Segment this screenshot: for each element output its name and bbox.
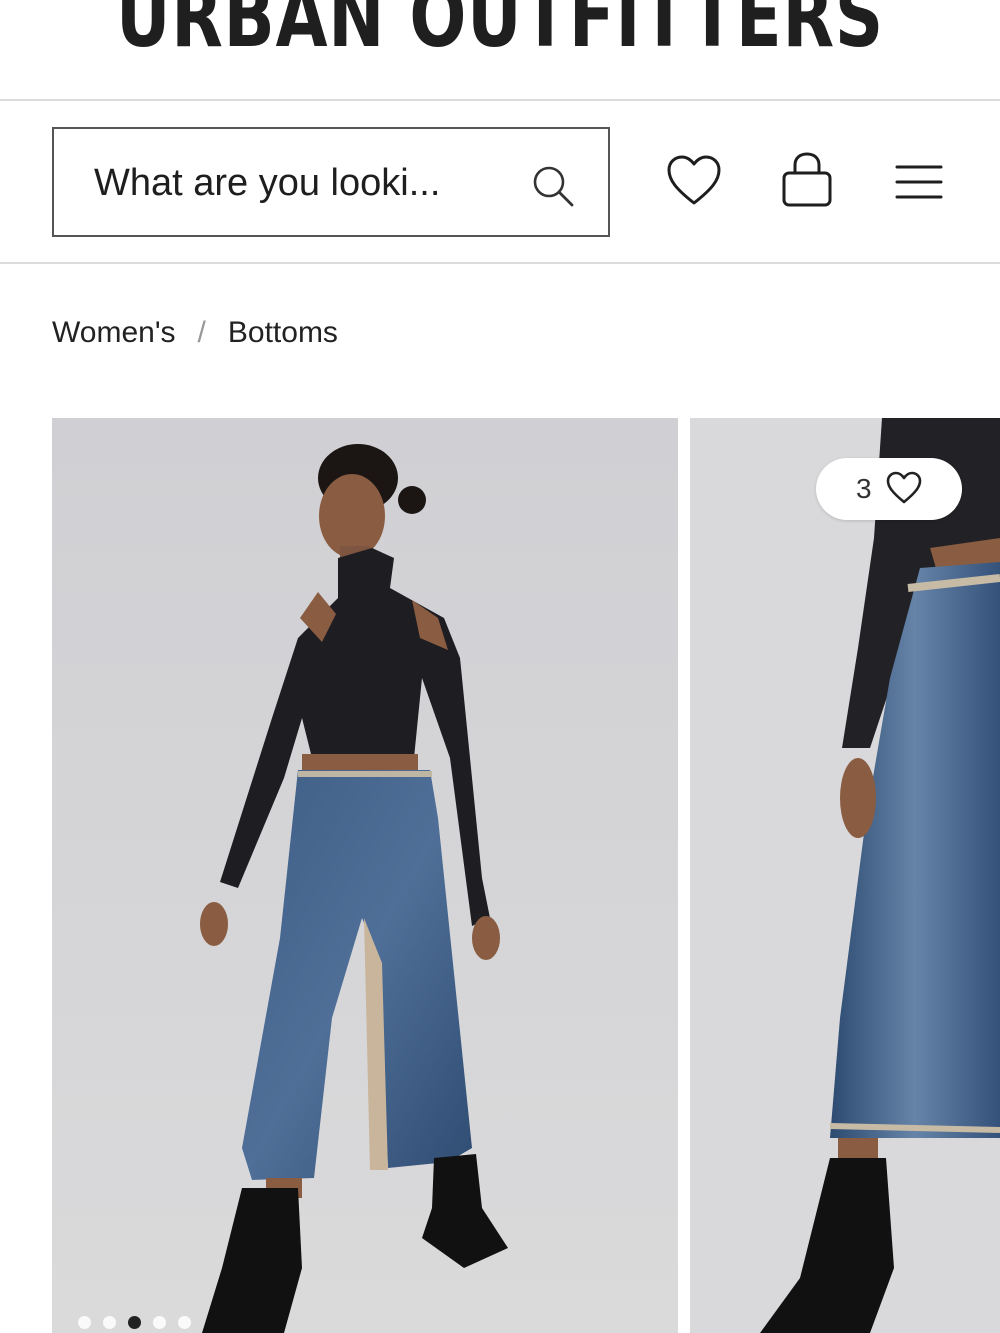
- product-image-main[interactable]: [52, 418, 678, 1333]
- carousel-dot[interactable]: [78, 1316, 91, 1329]
- model-illustration: [52, 418, 678, 1333]
- breadcrumb-item-womens[interactable]: Women's: [52, 316, 176, 349]
- carousel-dot-active[interactable]: [128, 1316, 141, 1329]
- brand-logo[interactable]: URBAN OUTFITTERS: [110, 0, 890, 60]
- breadcrumb-item-bottoms[interactable]: Bottoms: [228, 316, 338, 349]
- breadcrumb: Women's / Bottoms: [52, 316, 338, 356]
- logo-bar: URBAN OUTFITTERS: [0, 0, 1000, 101]
- carousel-dot[interactable]: [178, 1316, 191, 1329]
- heart-icon: [886, 471, 922, 504]
- product-image-secondary[interactable]: [690, 418, 1000, 1333]
- search-input[interactable]: [94, 159, 504, 207]
- carousel-dot[interactable]: [103, 1316, 116, 1329]
- skirt-detail-illustration: [690, 418, 1000, 1333]
- hamburger-menu-icon[interactable]: [894, 163, 944, 201]
- favorite-count-button[interactable]: 3: [816, 458, 962, 520]
- search-box[interactable]: [52, 127, 610, 237]
- utility-row: [0, 101, 1000, 264]
- product-page: URBAN OUTFITTERS Women's / Bottoms: [0, 0, 1000, 1333]
- search-icon[interactable]: [530, 163, 576, 209]
- carousel-dot[interactable]: [153, 1316, 166, 1329]
- breadcrumb-separator: /: [197, 316, 206, 349]
- heart-icon[interactable]: [666, 155, 722, 207]
- favorite-count: 3: [856, 473, 872, 504]
- shopping-bag-icon[interactable]: [780, 151, 834, 209]
